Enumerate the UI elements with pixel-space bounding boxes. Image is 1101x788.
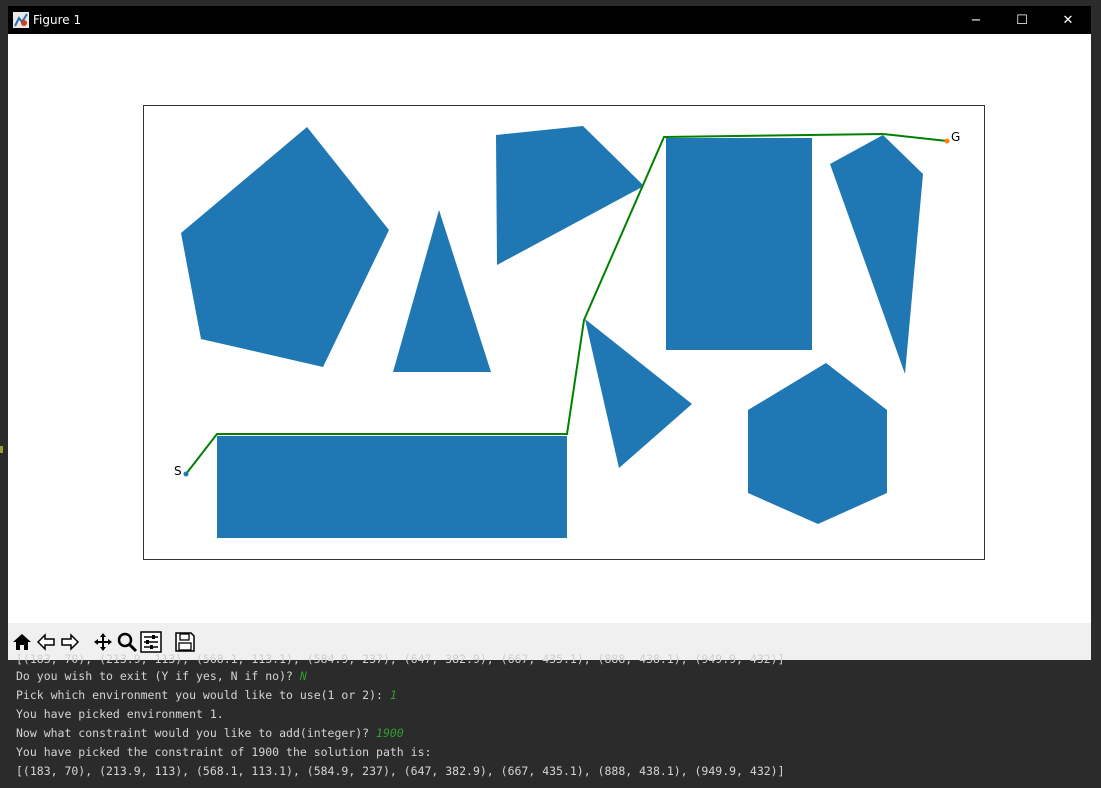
console-output[interactable]: [(183, 70), (213.9, 113), (568.1, 113.1)…: [0, 652, 1101, 788]
long-rectangle-obstacle: [217, 436, 567, 538]
thin-triangle-obstacle: [830, 135, 923, 374]
console-line-env-picked: You have picked environment 1.: [16, 707, 224, 721]
gutter-marker: [0, 446, 3, 453]
hexagon-obstacle: [748, 363, 887, 524]
env-prompt: Pick which environment you would like to…: [16, 688, 390, 702]
goal-label: G: [951, 130, 960, 144]
close-button[interactable]: ✕: [1045, 6, 1091, 34]
exit-prompt: Do you wish to exit (Y if yes, N if no)?: [16, 669, 300, 683]
triangle-obstacle: [393, 210, 491, 372]
figure-canvas[interactable]: S G: [8, 34, 1091, 623]
start-label: S: [174, 464, 182, 478]
quad-obstacle: [496, 126, 644, 265]
title-bar[interactable]: Figure 1 − ☐ ✕: [8, 6, 1091, 34]
home-icon[interactable]: [11, 631, 33, 653]
plot-area[interactable]: S G: [8, 34, 1091, 623]
constraint-answer: 1900: [376, 726, 404, 740]
minimize-button[interactable]: −: [953, 6, 999, 34]
forward-arrow-icon[interactable]: [59, 631, 81, 653]
save-icon[interactable]: [174, 631, 196, 653]
app-icon: [13, 12, 29, 28]
configure-subplots-icon[interactable]: [140, 631, 162, 653]
console-line-exit: Do you wish to exit (Y if yes, N if no)?…: [16, 668, 307, 684]
constraint-prompt: Now what constraint would you like to ad…: [16, 726, 377, 740]
zoom-icon[interactable]: [116, 631, 138, 653]
back-arrow-icon[interactable]: [35, 631, 57, 653]
maximize-button[interactable]: ☐: [999, 6, 1045, 34]
start-point: [183, 471, 189, 477]
console-line-partial: [(183, 70), (213.9, 113), (568.1, 113.1)…: [16, 652, 785, 666]
pentagon-obstacle: [181, 127, 389, 367]
goal-point: [944, 138, 950, 144]
figure-window: Figure 1 − ☐ ✕ S G: [8, 6, 1091, 660]
square-obstacle: [666, 138, 812, 350]
console-line-result: You have picked the constraint of 1900 t…: [16, 745, 432, 759]
console-line-path: [(183, 70), (213.9, 113), (568.1, 113.1)…: [16, 764, 785, 778]
pan-icon[interactable]: [92, 631, 114, 653]
window-title: Figure 1: [33, 13, 82, 27]
exit-answer: N: [299, 669, 307, 683]
console-line-env: Pick which environment you would like to…: [16, 687, 397, 703]
env-answer: 1: [389, 688, 397, 702]
console-line-constraint: Now what constraint would you like to ad…: [16, 725, 404, 741]
